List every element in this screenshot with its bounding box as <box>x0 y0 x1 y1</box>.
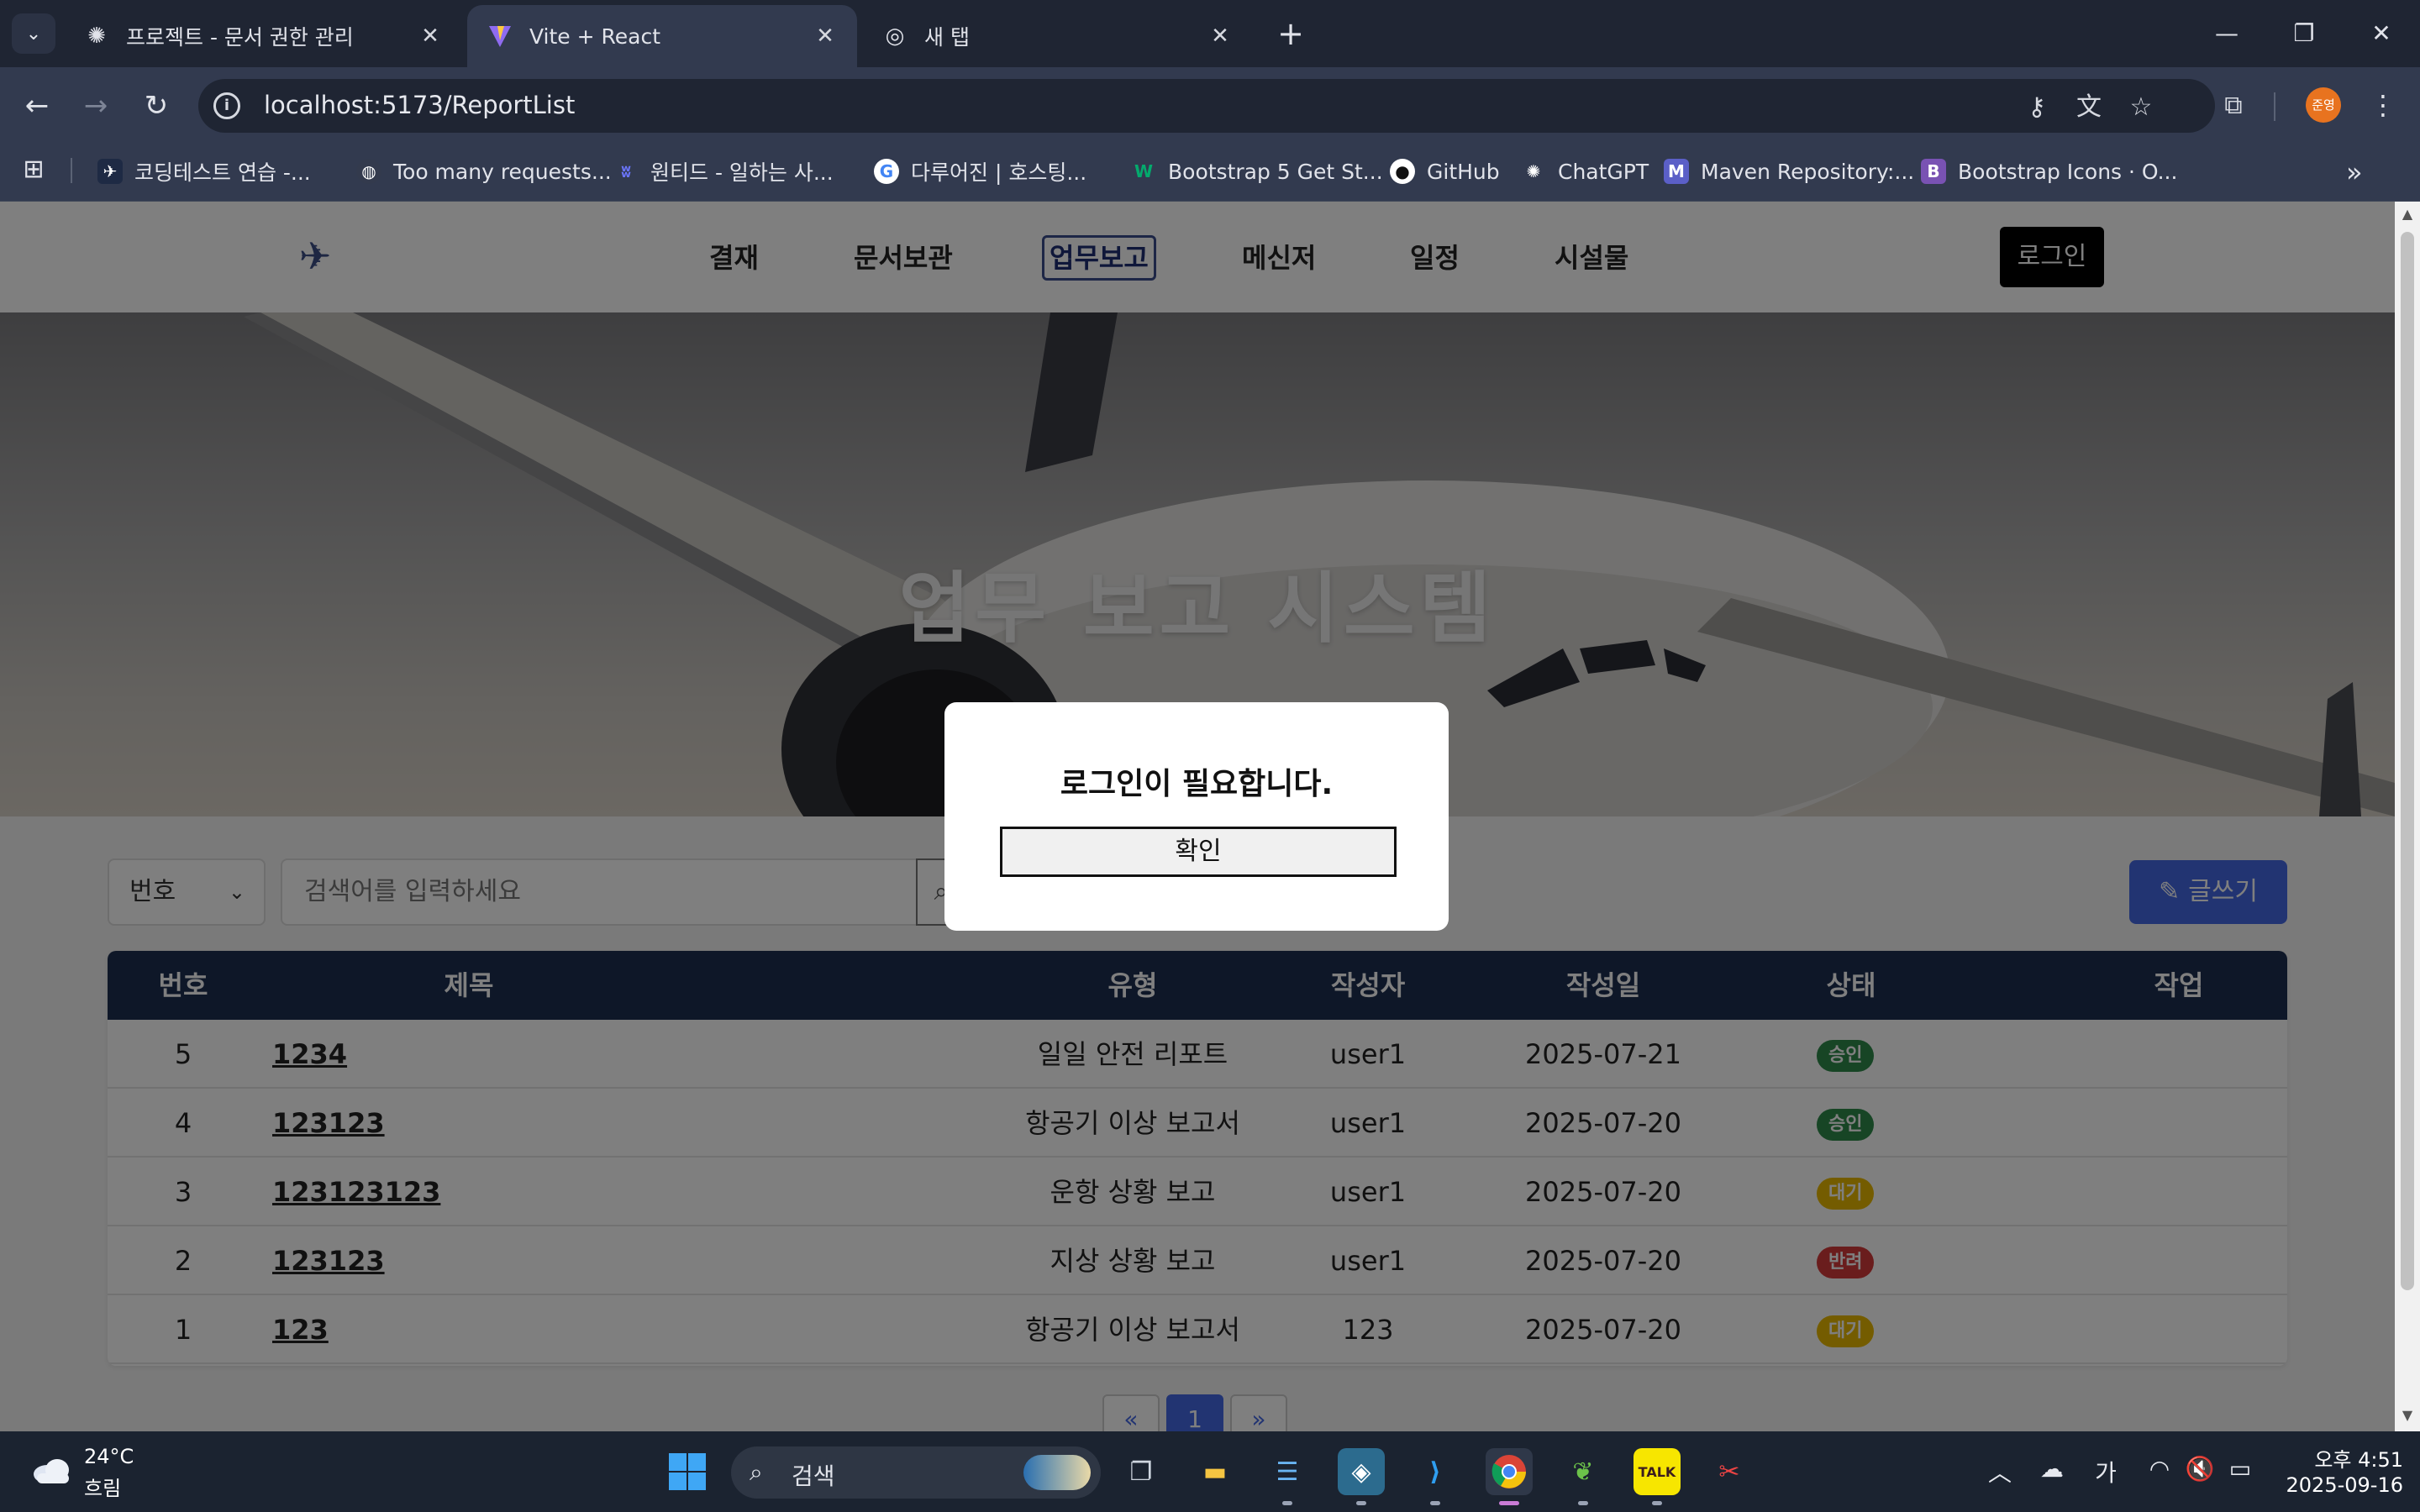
wanted-icon: ʬ <box>621 161 631 181</box>
bookmark-label: 원티드 - 일하는 사... <box>650 160 834 185</box>
openai-icon: ✺ <box>1526 161 1541 181</box>
translate-icon[interactable]: 文 <box>2072 91 2106 124</box>
reload-button[interactable]: ↻ <box>134 84 178 128</box>
vscode-icon[interactable]: ⟩ <box>1412 1448 1459 1505</box>
tab-strip: ⌄ ✺ 프로젝트 - 문서 권한 관리 ✕ Vite + React ✕ ◎ 새… <box>0 0 2420 67</box>
new-tab-button[interactable]: + <box>1272 15 1309 52</box>
bookmark-item[interactable]: ʬ 원티드 - 일하는 사... <box>613 155 834 188</box>
tab-new[interactable]: ◎ 새 탭 ✕ <box>862 5 1252 67</box>
globe-icon: ◍ <box>356 159 381 184</box>
taskbar-search-label: 검색 <box>792 1462 835 1490</box>
bookmark-label: Bootstrap 5 Get St... <box>1168 159 1383 184</box>
login-required-modal: 로그인이 필요합니다. 확인 <box>944 702 1449 931</box>
modal-message: 로그인이 필요합니다. <box>1060 767 1334 801</box>
more-bookmarks-icon[interactable]: » <box>2346 156 2363 188</box>
back-button[interactable]: ← <box>15 84 59 128</box>
url-text[interactable]: localhost:5173/ReportList <box>264 91 575 119</box>
bookmark-label: ChatGPT <box>1558 159 1649 184</box>
page-viewport: ✈ 결재 문서보관 업무보고 메신저 일정 시설물 로그인 <box>0 202 2395 1431</box>
taskbar: 24°C 흐림 ⌕ 검색 ❐ ▬ ☰ ◈ ⟩ ❦ TALK ✂ ︿ ☁ 가 ◠ … <box>0 1431 2420 1512</box>
weather-condition[interactable]: 흐림 <box>84 1472 121 1501</box>
apps-grid-icon[interactable]: ⊞ <box>18 155 49 185</box>
spring-tool-icon[interactable]: ❦ <box>1560 1448 1607 1505</box>
search-icon: ⌕ <box>750 1458 763 1486</box>
bookmark-item[interactable]: B Bootstrap Icons · O... <box>1921 155 2177 188</box>
close-icon[interactable]: ✕ <box>415 21 445 51</box>
bookmark-label: 코딩테스트 연습 -... <box>134 160 311 185</box>
ime-indicator[interactable]: 가 <box>2089 1455 2123 1488</box>
kakaotalk-icon[interactable]: TALK <box>1634 1448 1681 1505</box>
scroll-up-icon[interactable]: ▲ <box>2400 207 2415 222</box>
bookmark-item[interactable]: M Maven Repository:... <box>1664 155 1914 188</box>
tab-vite-react[interactable]: Vite + React ✕ <box>467 5 857 67</box>
maven-icon: M <box>1664 159 1689 184</box>
bookmark-star-icon[interactable]: ☆ <box>2124 91 2158 124</box>
snipping-tool-icon[interactable]: ✂ <box>1706 1448 1753 1495</box>
battery-icon[interactable]: ▭ <box>2223 1455 2257 1483</box>
taskbar-search[interactable]: ⌕ 검색 <box>731 1446 1101 1499</box>
file-explorer-icon[interactable]: ▬ <box>1192 1448 1239 1495</box>
bookmark-label: GitHub <box>1427 159 1500 184</box>
bookmark-item[interactable]: ✈ 코딩테스트 연습 -... <box>97 155 311 188</box>
bookmark-item[interactable]: ✺ ChatGPT <box>1521 155 1649 188</box>
profile-avatar[interactable]: 준영 <box>2306 87 2341 123</box>
password-key-icon[interactable]: ⚷ <box>2020 91 2054 124</box>
chrome-icon[interactable] <box>1486 1448 1533 1505</box>
tab-title: Vite + React <box>529 24 661 49</box>
minimize-button[interactable]: — <box>2202 12 2252 55</box>
tab-title: 새 탭 <box>924 25 970 50</box>
notepad-icon[interactable]: ☰ <box>1264 1448 1311 1505</box>
tab-project[interactable]: ✺ 프로젝트 - 문서 권한 관리 ✕ <box>64 5 462 67</box>
bookmark-item[interactable]: ● GitHub <box>1390 155 1500 188</box>
bookmark-item[interactable]: ◍ Too many requests... <box>356 155 612 188</box>
weather-temperature[interactable]: 24°C <box>84 1445 134 1468</box>
bootstrap-icon: B <box>1921 159 1946 184</box>
clock-time[interactable]: 오후 4:51 <box>2302 1443 2403 1473</box>
task-view-icon[interactable]: ❐ <box>1118 1448 1165 1495</box>
bookmark-item[interactable]: G 다루어진 | 호스팅... <box>874 155 1086 188</box>
vite-icon <box>487 24 513 49</box>
tab-search-button[interactable]: ⌄ <box>12 13 55 54</box>
toolbar-divider <box>2274 92 2275 121</box>
bookmark-item[interactable]: W Bootstrap 5 Get St... <box>1131 155 1383 188</box>
address-bar[interactable]: i localhost:5173/ReportList ⚷ 文 ☆ <box>198 79 2215 133</box>
bookmarks-divider <box>71 158 72 183</box>
volume-muted-icon[interactable]: 🔇 <box>2183 1455 2217 1483</box>
forward-button[interactable]: → <box>74 84 118 128</box>
windows-start-icon[interactable] <box>667 1452 708 1492</box>
browser-menu-icon[interactable]: ⋮ <box>2370 84 2396 126</box>
google-icon: G <box>874 159 899 184</box>
browser-toolbar: ← → ↻ i localhost:5173/ReportList ⚷ 文 ☆ … <box>0 67 2420 144</box>
close-icon[interactable]: ✕ <box>1205 21 1235 51</box>
openai-icon: ✺ <box>87 24 106 49</box>
wifi-icon[interactable]: ◠ <box>2143 1455 2176 1483</box>
tab-title: 프로젝트 - 문서 권한 관리 <box>126 25 354 50</box>
bookmark-label: Maven Repository:... <box>1701 159 1915 184</box>
bookmark-label: Bootstrap Icons · O... <box>1958 159 2178 184</box>
scroll-down-icon[interactable]: ▼ <box>2400 1408 2415 1423</box>
confirm-button[interactable]: 확인 <box>1000 827 1397 877</box>
search-highlight-image <box>1023 1455 1091 1490</box>
bird-icon: ✈ <box>97 159 123 184</box>
extensions-icon[interactable]: ⧉ <box>2217 89 2250 123</box>
bookmark-label: Too many requests... <box>393 159 612 184</box>
clock-date[interactable]: 2025-09-16 <box>2269 1473 2403 1497</box>
mysql-workbench-icon[interactable]: ◈ <box>1338 1448 1385 1505</box>
tray-overflow-icon[interactable]: ︿ <box>1983 1455 2017 1488</box>
onedrive-icon[interactable]: ☁ <box>2035 1455 2069 1483</box>
bookmark-label: 다루어진 | 호스팅... <box>911 160 1087 185</box>
bookmarks-bar: ⊞ ✈ 코딩테스트 연습 -... ◍ Too many requests...… <box>0 144 2420 202</box>
close-icon[interactable]: ✕ <box>810 21 840 51</box>
cloud-icon[interactable] <box>30 1453 72 1487</box>
github-icon: ● <box>1390 159 1415 184</box>
window-close-button[interactable]: ✕ <box>2356 12 2407 55</box>
w3-icon: W <box>1134 161 1154 181</box>
page-scrollbar[interactable]: ▲ ▼ <box>2395 202 2420 1431</box>
chrome-icon: ◎ <box>885 24 905 49</box>
site-info-icon[interactable]: i <box>213 92 240 119</box>
scroll-thumb[interactable] <box>2401 232 2414 1290</box>
restore-button[interactable]: ❐ <box>2279 12 2329 55</box>
